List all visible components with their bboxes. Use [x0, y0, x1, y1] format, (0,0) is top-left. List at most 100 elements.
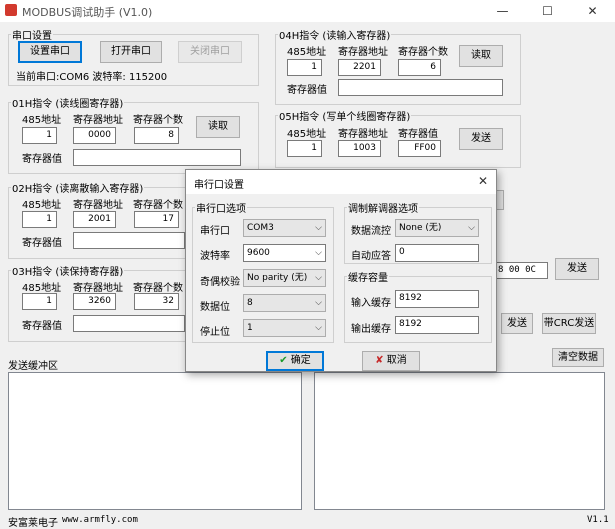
custom-send-button[interactable]: 发送 — [555, 258, 599, 280]
close-serial-button: 关闭串口 — [178, 41, 242, 63]
f05-send-button[interactable]: 发送 — [459, 128, 503, 150]
output-buffer-label: 输出缓存 — [351, 324, 391, 335]
input-buffer-input[interactable]: 8192 — [395, 290, 479, 308]
f02-addr485-input[interactable]: 1 — [22, 211, 57, 228]
f01-legend: 01H指令 (读线圈寄存器) — [12, 99, 124, 110]
f03-value-label: 寄存器值 — [22, 321, 62, 332]
f02-count-input[interactable]: 17 — [134, 211, 179, 228]
port-label: 串行口 — [200, 226, 230, 237]
chevron-down-icon: ⌵ — [468, 223, 475, 233]
f04-value-field[interactable] — [338, 79, 503, 96]
chevron-down-icon: ⌵ — [315, 223, 322, 233]
f04-addr485-input[interactable]: 1 — [287, 59, 322, 76]
parity-select[interactable]: No parity (无) ⌵ — [243, 269, 326, 287]
cancel-button-label: 取消 — [386, 355, 407, 366]
ok-button[interactable]: ✔ 确定 — [266, 351, 324, 371]
auto-answer-label: 自动应答 — [351, 251, 391, 262]
f01-reg-addr-input[interactable]: 0000 — [73, 127, 116, 144]
f03-addr485-input[interactable]: 1 — [22, 293, 57, 310]
cancel-button[interactable]: ✘ 取消 — [362, 351, 420, 371]
app-icon — [5, 4, 17, 16]
window-title: MODBUS调试助手 (V1.0) — [22, 6, 153, 19]
send-with-crc-button[interactable]: 带CRC发送 — [542, 313, 596, 334]
custom-send2-button[interactable]: 发送 — [501, 313, 533, 334]
f05-value-input[interactable]: FF00 — [398, 140, 441, 157]
baud-value: 9600 — [247, 248, 270, 258]
receive-buffer-textarea[interactable] — [314, 372, 605, 510]
f04-addr485-label: 485地址 — [287, 47, 327, 58]
parity-value: No parity (无) — [247, 273, 308, 283]
f01-value-field[interactable] — [73, 149, 241, 166]
f01-addr485-input[interactable]: 1 — [22, 127, 57, 144]
f03-reg-addr-label: 寄存器地址 — [73, 283, 123, 294]
f05-value-header: 寄存器值 — [398, 129, 438, 140]
flow-control-label: 数据流控 — [351, 226, 391, 237]
flow-control-select[interactable]: None (无) ⌵ — [395, 219, 479, 237]
f02-reg-addr-label: 寄存器地址 — [73, 200, 123, 211]
chevron-down-icon: ⌵ — [315, 323, 322, 333]
open-serial-button[interactable]: 打开串口 — [100, 41, 162, 63]
serial-port-dialog: 串行口设置 ✕ 串行口选项 串行口 COM3 ⌵ 波特率 9600 ⌵ 奇偶校验 N… — [185, 169, 497, 372]
dialog-title: 串行口设置 — [194, 180, 244, 191]
f05-addr485-label: 485地址 — [287, 129, 327, 140]
f04-reg-addr-input[interactable]: 2201 — [338, 59, 381, 76]
f03-legend: 03H指令 (读保持寄存器) — [12, 267, 124, 278]
f02-reg-addr-input[interactable]: 2001 — [73, 211, 116, 228]
f04-value-label: 寄存器值 — [287, 85, 327, 96]
custom-hex-input[interactable]: 8 00 0C 00 — [494, 262, 548, 279]
chevron-down-icon: ⌵ — [315, 273, 322, 283]
f01-value-label: 寄存器值 — [22, 154, 62, 165]
setup-serial-button[interactable]: 设置串口 — [18, 41, 82, 63]
close-button[interactable]: ✕ — [570, 0, 615, 22]
send-buffer-textarea[interactable] — [8, 372, 302, 510]
auto-answer-input[interactable]: 0 — [395, 244, 479, 262]
check-icon: ✔ — [279, 355, 288, 366]
f01-read-button[interactable]: 读取 — [196, 116, 240, 138]
company-label: 安富莱电子 — [8, 518, 58, 529]
f04-count-input[interactable]: 6 — [398, 59, 441, 76]
f05-legend: 05H指令 (写单个线圈寄存器) — [279, 112, 411, 123]
stopbits-select[interactable]: 1 ⌵ — [243, 319, 326, 337]
f02-legend: 02H指令 (读离散输入寄存器) — [12, 184, 144, 195]
databits-label: 数据位 — [200, 302, 230, 313]
f01-reg-addr-label: 寄存器地址 — [73, 115, 123, 126]
buffer-legend: 缓存容量 — [348, 273, 388, 284]
f04-read-button[interactable]: 读取 — [459, 45, 503, 67]
parity-label: 奇偶校验 — [200, 277, 240, 288]
chevron-down-icon: ⌵ — [315, 298, 322, 308]
f03-reg-addr-input[interactable]: 3260 — [73, 293, 116, 310]
f03-value-field[interactable] — [73, 315, 185, 332]
maximize-button[interactable]: ☐ — [525, 0, 570, 22]
f01-count-label: 寄存器个数 — [133, 115, 183, 126]
f03-count-label: 寄存器个数 — [133, 283, 183, 294]
port-value: COM3 — [247, 223, 274, 233]
baud-label: 波特率 — [200, 251, 230, 262]
minimize-button[interactable]: — — [480, 0, 525, 22]
f03-count-input[interactable]: 32 — [134, 293, 179, 310]
stopbits-label: 停止位 — [200, 327, 230, 338]
port-select[interactable]: COM3 ⌵ — [243, 219, 326, 237]
f01-addr485-label: 485地址 — [22, 115, 62, 126]
databits-value: 8 — [247, 298, 253, 308]
ok-button-label: 确定 — [290, 355, 311, 366]
input-buffer-label: 输入缓存 — [351, 298, 391, 309]
f01-count-input[interactable]: 8 — [134, 127, 179, 144]
baud-select[interactable]: 9600 ⌵ — [243, 244, 326, 262]
databits-select[interactable]: 8 ⌵ — [243, 294, 326, 312]
dialog-close-icon[interactable]: ✕ — [478, 174, 488, 188]
f02-addr485-label: 485地址 — [22, 200, 62, 211]
clear-data-button[interactable]: 清空数据 — [552, 348, 604, 367]
f02-value-label: 寄存器值 — [22, 238, 62, 249]
dialog-title-bar: 串行口设置 ✕ — [186, 170, 496, 194]
f05-addr485-input[interactable]: 1 — [287, 140, 322, 157]
f05-reg-addr-input[interactable]: 1003 — [338, 140, 381, 157]
f02-count-label: 寄存器个数 — [133, 200, 183, 211]
f05-reg-addr-label: 寄存器地址 — [338, 129, 388, 140]
modem-options-legend: 调制解调器选项 — [348, 204, 418, 215]
serial-settings-legend: 串口设置 — [12, 31, 52, 42]
output-buffer-input[interactable]: 8192 — [395, 316, 479, 334]
stopbits-value: 1 — [247, 323, 253, 333]
version-label: V1.1 — [587, 515, 609, 525]
f02-value-field[interactable] — [73, 232, 185, 249]
port-options-legend: 串行口选项 — [196, 204, 246, 215]
